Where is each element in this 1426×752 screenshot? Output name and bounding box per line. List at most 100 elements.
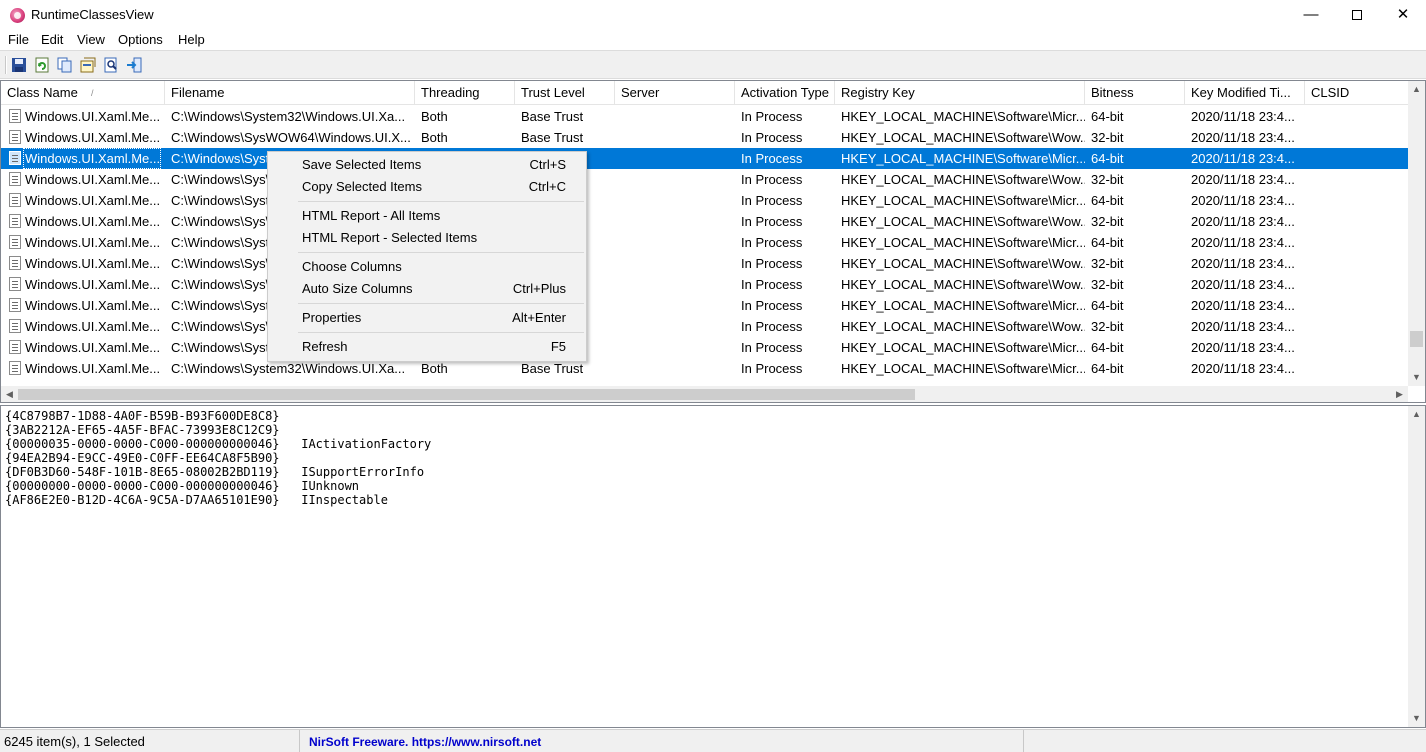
menu-view[interactable]: View [77,32,105,47]
interface-line: {00000035-0000-0000-C000-000000000046} I… [5,437,431,451]
save-icon[interactable] [11,57,27,73]
table-row[interactable]: Windows.UI.Xaml.Me... C:\Windows\Sys\ In P… [1,274,1408,295]
cell-bitness: 32-bit [1091,256,1124,271]
column-header-activation-type[interactable]: Activation Type [735,81,835,105]
column-header-registry-key[interactable]: Registry Key [835,81,1085,105]
lower-pane[interactable]: {4C8798B7-1D88-4A0F-B59B-B93F600DE8C8} {3… [0,405,1426,728]
table-row[interactable]: Windows.UI.Xaml.Me... C:\Windows\Sys\ In P… [1,253,1408,274]
table-row[interactable]: Windows.UI.Xaml.Me... C:\Windows\System32… [1,106,1408,127]
table-row[interactable]: Windows.UI.Xaml.Me... C:\Windows\Syst In P… [1,148,1408,169]
table-row[interactable]: Windows.UI.Xaml.Me... C:\Windows\Syst In P… [1,337,1408,358]
close-button[interactable]: ✕ [1380,0,1426,30]
list-horizontal-scroll-thumb[interactable] [18,389,915,400]
column-header-server[interactable]: Server [615,81,735,105]
cell-bitness: 32-bit [1091,172,1124,187]
table-row[interactable]: Windows.UI.Xaml.Me... C:\Windows\Sys\ In P… [1,316,1408,337]
list-vertical-scrollbar[interactable]: ▲ ▼ [1408,81,1425,386]
lower-pane-scrollbar[interactable]: ▲ ▼ [1408,406,1425,727]
cell-bitness: 64-bit [1091,340,1124,355]
context-menu-shortcut: F5 [550,339,566,354]
column-header-clsid[interactable]: CLSID [1305,81,1425,105]
cell-trust-level: Base Trust [521,109,584,124]
interface-guid: {4C8798B7-1D88-4A0F-B59B-B93F600DE8C8} [5,409,280,423]
copy-icon[interactable] [57,57,73,73]
cell-key-modified-time: 2020/11/18 23:4... [1191,172,1295,187]
table-row[interactable]: Windows.UI.Xaml.Me... C:\Windows\Syst In P… [1,295,1408,316]
context-menu-label: Auto Size Columns [302,281,413,296]
table-row[interactable]: Windows.UI.Xaml.Me... C:\Windows\Sys\ In P… [1,169,1408,190]
menu-edit[interactable]: Edit [41,32,63,47]
cell-key-modified-time: 2020/11/18 23:4... [1191,361,1295,376]
menu-options[interactable]: Options [118,32,163,47]
cell-class-name: Windows.UI.Xaml.Me... [25,277,161,292]
minimize-icon: — [1303,6,1319,23]
table-row[interactable]: Windows.UI.Xaml.Me... C:\Windows\Sys\ In P… [1,211,1408,232]
scroll-right-icon[interactable]: ▶ [1391,386,1408,402]
context-menu-item-choose-columns[interactable]: Choose Columns [270,256,584,278]
runtime-classes-list[interactable]: Class Name / Filename Threading Trust Lev… [0,80,1426,403]
cell-key-modified-time: 2020/11/18 23:4... [1191,151,1295,166]
maximize-icon [1352,10,1362,21]
cell-clsid [1305,190,1408,211]
interface-line: {4C8798B7-1D88-4A0F-B59B-B93F600DE8C8} [5,409,431,423]
context-menu-item-auto-size-columns[interactable]: Auto Size Columns Ctrl+Plus [270,278,584,300]
column-header-bitness[interactable]: Bitness [1085,81,1185,105]
cell-key-modified-time: 2020/11/18 23:4... [1191,193,1295,208]
cell-key-modified-time: 2020/11/18 23:4... [1191,277,1295,292]
list-horizontal-scrollbar[interactable]: ◀ ▶ [1,386,1408,402]
maximize-button[interactable] [1334,0,1380,30]
nirsoft-link[interactable]: NirSoft Freeware. https://www.nirsoft.ne… [304,735,541,749]
cell-clsid [1305,148,1408,169]
context-menu-item-html-report-selected-items[interactable]: HTML Report - Selected Items [270,227,584,249]
interface-line: {DF0B3D60-548F-101B-8E65-08002B2BD119} I… [5,465,431,479]
scroll-left-icon[interactable]: ◀ [1,386,18,402]
exit-icon[interactable] [126,57,142,73]
column-header-key-modified-time[interactable]: Key Modified Ti... [1185,81,1305,105]
menu-bar: File Edit View Options Help [0,30,1426,50]
interface-guid: {DF0B3D60-548F-101B-8E65-08002B2BD119} [5,465,280,479]
scroll-up-icon[interactable]: ▲ [1408,81,1425,98]
html-report-icon[interactable] [80,57,96,73]
context-menu-item-copy-selected-items[interactable]: Copy Selected Items Ctrl+C [270,176,584,198]
find-icon[interactable] [103,57,119,73]
cell-key-modified-time: 2020/11/18 23:4... [1191,130,1295,145]
column-header-threading[interactable]: Threading [415,81,515,105]
cell-registry-key: HKEY_LOCAL_MACHINE\Software\Wow... [841,214,1085,229]
table-row[interactable]: Windows.UI.Xaml.Me... C:\Windows\Syst In P… [1,232,1408,253]
refresh-icon[interactable] [34,57,50,73]
cell-bitness: 64-bit [1091,151,1124,166]
lower-scroll-up-icon[interactable]: ▲ [1408,406,1425,423]
cell-server [615,232,735,253]
toolbar [0,50,1426,79]
table-row[interactable]: Windows.UI.Xaml.Me... C:\Windows\Syst In P… [1,190,1408,211]
context-menu-item-html-report-all-items[interactable]: HTML Report - All Items [270,205,584,227]
column-header-filename[interactable]: Filename [165,81,415,105]
menu-help[interactable]: Help [178,32,205,47]
table-row[interactable]: Windows.UI.Xaml.Me... C:\Windows\System32… [1,358,1408,379]
list-vertical-scroll-thumb[interactable] [1410,331,1423,347]
status-bar: 6245 item(s), 1 Selected NirSoft Freewar… [0,729,1426,752]
context-menu-item-properties[interactable]: Properties Alt+Enter [270,307,584,329]
interface-name: IInspectable [301,493,388,507]
lower-scroll-down-icon[interactable]: ▼ [1408,710,1425,727]
context-menu-item-save-selected-items[interactable]: Save Selected Items Ctrl+S [270,154,584,176]
cell-activation-type: In Process [741,319,803,334]
menu-file[interactable]: File [8,32,29,47]
minimize-button[interactable]: — [1288,0,1334,30]
cell-activation-type: In Process [741,277,803,292]
table-row[interactable]: Windows.UI.Xaml.Me... C:\Windows\SysWOW64… [1,127,1408,148]
list-header: Class Name / Filename Threading Trust Lev… [1,81,1425,105]
cell-server [615,190,735,211]
cell-clsid [1305,127,1408,148]
column-header-trust-level[interactable]: Trust Level [515,81,615,105]
cell-key-modified-time: 2020/11/18 23:4... [1191,235,1295,250]
context-menu-label: HTML Report - All Items [302,208,441,223]
scroll-down-icon[interactable]: ▼ [1408,369,1425,386]
toolbar-separator [5,56,7,74]
cell-bitness: 64-bit [1091,109,1124,124]
context-menu-item-refresh[interactable]: Refresh F5 [270,336,584,358]
cell-class-name: Windows.UI.Xaml.Me... [25,340,161,355]
cell-activation-type: In Process [741,130,803,145]
cell-activation-type: In Process [741,361,803,376]
column-header-class-name[interactable]: Class Name / [1,81,165,105]
